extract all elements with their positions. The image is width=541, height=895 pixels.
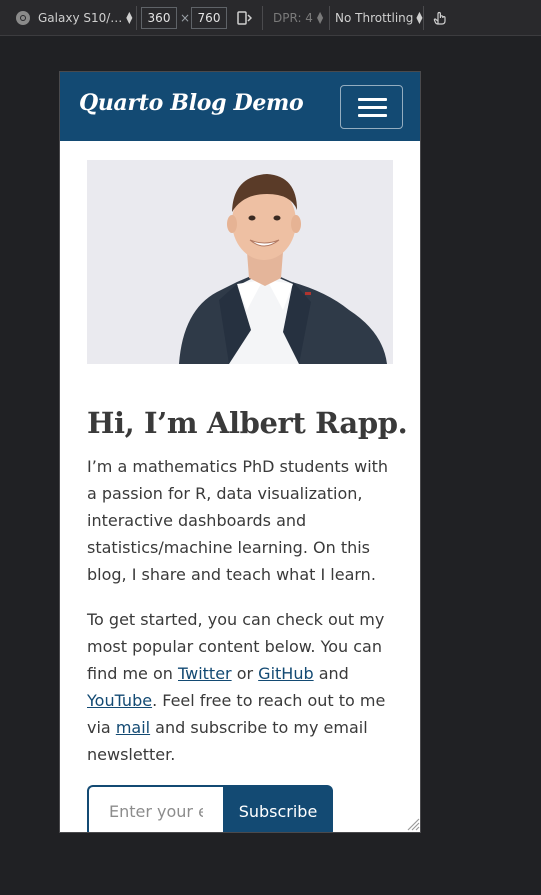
toolbar-divider — [423, 6, 424, 30]
rotate-icon[interactable] — [236, 0, 252, 36]
youtube-link[interactable]: YouTube — [87, 691, 152, 710]
hamburger-icon — [358, 114, 387, 117]
newsletter-form: Subscribe — [87, 785, 333, 832]
toolbar-divider — [262, 6, 263, 30]
email-input[interactable] — [87, 785, 223, 832]
text-segment: and — [313, 664, 349, 683]
getting-started-paragraph: To get started, you can check out my mos… — [87, 606, 399, 768]
twitter-link[interactable]: Twitter — [178, 664, 232, 683]
height-input[interactable]: 760 — [191, 7, 227, 29]
hamburger-icon — [358, 106, 387, 109]
select-arrows-icon: ▲ ▼ — [126, 10, 133, 25]
select-arrows-icon: ▲ ▼ — [316, 10, 324, 25]
github-link[interactable]: GitHub — [258, 664, 313, 683]
intro-paragraph: I’m a mathematics PhD students with a pa… — [87, 457, 389, 584]
page-title: Hi, I’m Albert Rapp. — [87, 406, 408, 440]
profile-photo — [87, 160, 393, 364]
text-segment: or — [231, 664, 259, 683]
device-toolbar: Galaxy S10/… ▲ ▼ 360 × 760 DPR: 4 ▲ ▼ No T… — [0, 0, 541, 36]
toolbar-divider — [136, 6, 137, 30]
site-brand[interactable]: Quarto Blog Demo — [79, 90, 304, 116]
dpr-label: DPR: 4 — [273, 11, 313, 25]
hamburger-icon — [358, 98, 387, 101]
width-input[interactable]: 360 — [141, 7, 177, 29]
touch-icon[interactable] — [432, 0, 448, 36]
select-arrows-icon: ▲ ▼ — [416, 10, 423, 25]
throttling-select[interactable]: No Throttling ▲ ▼ — [335, 0, 423, 36]
mail-link[interactable]: mail — [116, 718, 150, 737]
toolbar-divider — [329, 6, 330, 30]
chrome-icon — [15, 0, 31, 36]
menu-toggle-button[interactable] — [340, 85, 403, 129]
navbar: Quarto Blog Demo — [60, 72, 420, 141]
throttling-label: No Throttling — [335, 11, 414, 25]
emulated-viewport: Quarto Blog Demo Hi, I’m Albert Rapp. I’… — [59, 71, 421, 833]
subscribe-button[interactable]: Subscribe — [223, 785, 333, 832]
dimension-times: × — [180, 11, 191, 25]
device-select[interactable]: Galaxy S10/… ▲ ▼ — [38, 0, 133, 36]
resize-handle-icon[interactable] — [406, 816, 420, 831]
device-name: Galaxy S10/… — [38, 11, 123, 25]
dpr-select[interactable]: DPR: 4 ▲ ▼ — [273, 0, 323, 36]
